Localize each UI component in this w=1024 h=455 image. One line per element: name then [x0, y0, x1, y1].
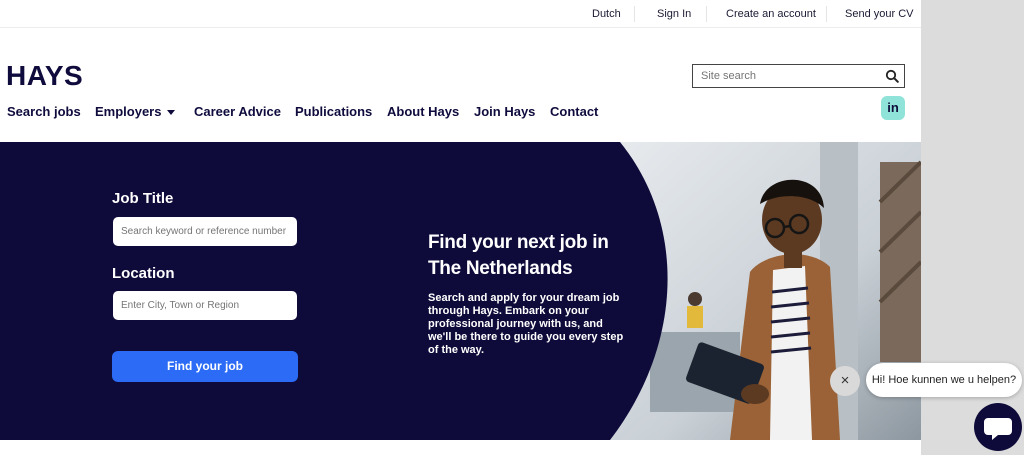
job-title-input[interactable] [113, 217, 297, 246]
nav-employers[interactable]: Employers [95, 104, 176, 119]
location-label: Location [112, 265, 175, 282]
nav-contact[interactable]: Contact [550, 104, 598, 119]
nav-publications[interactable]: Publications [295, 104, 372, 119]
chat-greeting[interactable]: Hi! Hoe kunnen we u helpen? [866, 363, 1022, 397]
site-search-input[interactable] [693, 65, 873, 87]
find-your-job-button[interactable]: Find your job [112, 351, 298, 382]
chat-launcher-button[interactable] [974, 403, 1022, 451]
hays-logo[interactable]: HAYS [6, 62, 83, 90]
nav-about-hays[interactable]: About Hays [387, 104, 459, 119]
divider [706, 6, 707, 22]
hays-site: Dutch Sign In Create an account Send you… [0, 0, 921, 455]
job-title-label: Job Title [112, 190, 174, 207]
divider [826, 6, 827, 22]
site-search [692, 64, 905, 88]
chat-icon [984, 418, 1012, 440]
sign-in-link[interactable]: Sign In [657, 8, 691, 20]
linkedin-icon[interactable]: in [881, 96, 905, 120]
search-icon[interactable] [885, 69, 899, 83]
nav-employers-label: Employers [95, 104, 162, 119]
location-input[interactable] [113, 291, 297, 320]
hero-banner: Job Title Location Find your job Find yo… [0, 142, 921, 440]
divider [634, 6, 635, 22]
chevron-down-icon [167, 110, 176, 116]
utility-bar: Dutch Sign In Create an account Send you… [0, 0, 921, 28]
hero-photo [590, 142, 921, 440]
nav-career-advice[interactable]: Career Advice [194, 104, 281, 119]
hero-headline: Find your next job in The Netherlands [428, 232, 609, 279]
close-icon[interactable]: × [830, 366, 860, 396]
language-link[interactable]: Dutch [592, 8, 621, 20]
nav-search-jobs[interactable]: Search jobs [7, 104, 81, 119]
page: Dutch Sign In Create an account Send you… [0, 0, 1024, 455]
send-cv-link[interactable]: Send your CV [845, 8, 913, 20]
nav-join-hays[interactable]: Join Hays [474, 104, 535, 119]
hero-subtext: Search and apply for your dream job thro… [428, 292, 624, 356]
create-account-link[interactable]: Create an account [726, 8, 816, 20]
